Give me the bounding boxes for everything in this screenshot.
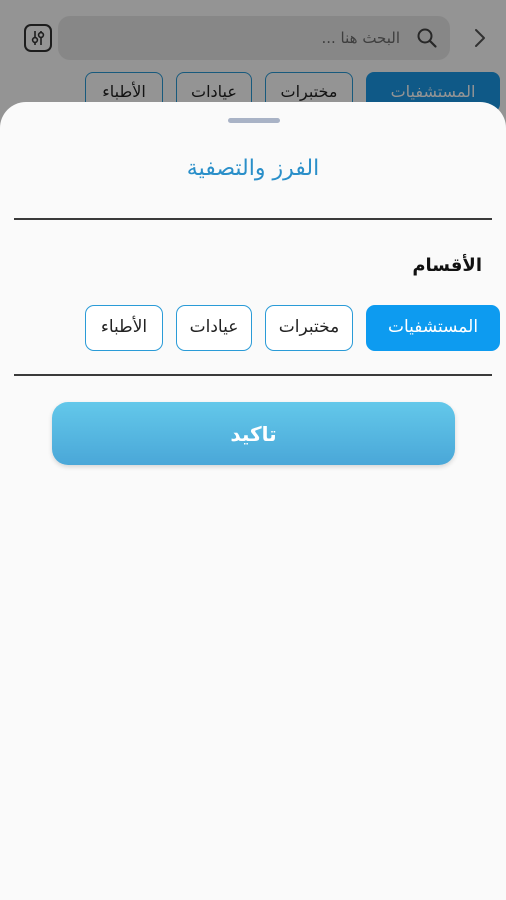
category-chips: المستشفيات مختبرات عيادات الأطباء [0, 305, 506, 351]
chip-doctors[interactable]: الأطباء [85, 305, 163, 351]
section-label-categories: الأقسام [412, 255, 482, 276]
chip-hospitals[interactable]: المستشفيات [366, 305, 500, 351]
confirm-button[interactable]: تاكيد [52, 402, 455, 465]
sheet-title: الفرز والتصفية [186, 156, 320, 181]
sort-filter-sheet: الفرز والتصفية الأقسام المستشفيات مختبرا… [0, 102, 506, 900]
sheet-drag-handle[interactable] [228, 118, 280, 123]
divider [14, 218, 492, 220]
chip-labs[interactable]: مختبرات [265, 305, 353, 351]
divider [14, 374, 492, 376]
chip-clinics[interactable]: عيادات [176, 305, 252, 351]
